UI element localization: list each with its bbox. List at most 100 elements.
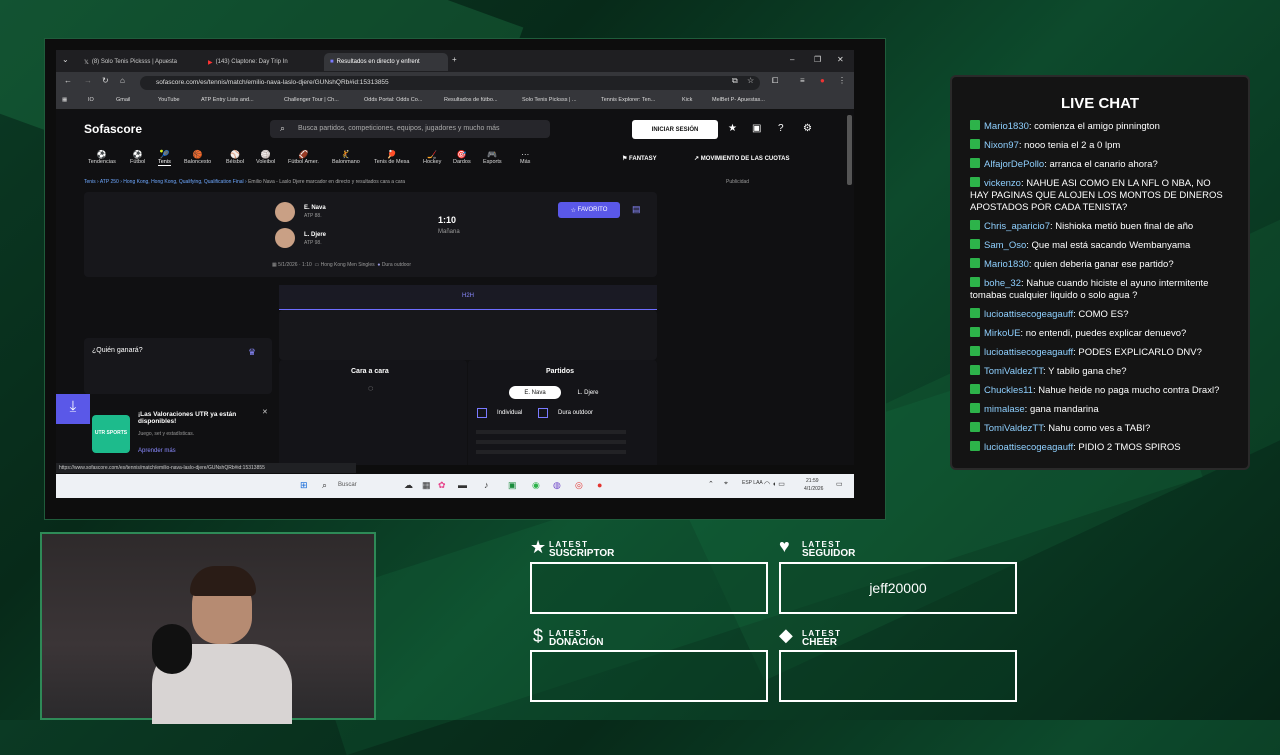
chat-username[interactable]: Chris_aparicio7 bbox=[984, 221, 1050, 232]
apps-icon[interactable]: ▦ bbox=[62, 97, 67, 103]
extensions-icon[interactable]: ⧠ bbox=[772, 76, 778, 86]
minimize-icon[interactable]: – bbox=[790, 55, 794, 64]
help-icon[interactable]: ? bbox=[778, 123, 784, 134]
bookmark-item[interactable]: ATP Entry Lists and... bbox=[201, 97, 254, 103]
tab-solo-tenis[interactable]: 𝕏 (8) Solo Tenis Picksss | Apuesta bbox=[78, 53, 200, 71]
nav-item-balonmano[interactable]: 🤾 Balonmano bbox=[332, 150, 360, 165]
widgets-icon[interactable]: ▦ bbox=[422, 480, 431, 491]
nav-item-futbol[interactable]: ⚽ Fútbol bbox=[130, 150, 145, 165]
bookmark-item[interactable]: Tennis Explorer: Ten... bbox=[601, 97, 655, 103]
tab-search-icon[interactable]: ⌄ bbox=[62, 55, 69, 64]
tab-sofascore[interactable]: ■ Resultados en directo y enfrent bbox=[324, 53, 448, 71]
site-search-input[interactable]: Busca partidos, competiciones, equipos, … bbox=[270, 120, 550, 138]
meta-tournament[interactable]: Hong Kong Men Singles bbox=[321, 262, 375, 268]
chat-username[interactable]: TomiValdezTT bbox=[984, 423, 1043, 434]
settings-icon[interactable]: ⚙ bbox=[803, 123, 812, 134]
clock-time[interactable]: 21:59 bbox=[806, 478, 819, 484]
close-icon[interactable]: ✕ bbox=[837, 55, 844, 64]
new-tab-button[interactable]: + bbox=[452, 55, 457, 64]
player2-name[interactable]: L. Djere bbox=[304, 232, 326, 238]
restore-icon[interactable]: ❐ bbox=[814, 55, 821, 64]
chat-username[interactable]: MirkoUE bbox=[984, 328, 1020, 339]
close-icon[interactable]: ✕ bbox=[262, 408, 268, 416]
windows-start-icon[interactable]: ⊞ bbox=[300, 480, 308, 491]
chip-player2[interactable]: L. Djere bbox=[564, 386, 612, 399]
favorites-icon[interactable]: ★ bbox=[728, 123, 737, 134]
nav-item-baloncesto[interactable]: 🏀 Baloncesto bbox=[184, 150, 211, 165]
nav-item-hockey[interactable]: 🏒 Hockey bbox=[423, 150, 441, 165]
nav-item-beisbol[interactable]: ⚾ Béisbol bbox=[226, 150, 244, 165]
avatar[interactable]: ● bbox=[820, 76, 825, 85]
spreadsheet-icon[interactable]: ▣ bbox=[508, 480, 517, 491]
surface-checkbox[interactable] bbox=[538, 408, 548, 418]
menu-icon[interactable]: ⋮ bbox=[838, 76, 846, 85]
clock-date[interactable]: 4/1/2026 bbox=[804, 486, 823, 492]
chat-username[interactable]: TomiValdezTT bbox=[984, 366, 1043, 377]
tiktok-icon[interactable]: ♪ bbox=[484, 480, 489, 490]
tv-icon[interactable]: ▣ bbox=[752, 123, 761, 134]
chat-username[interactable]: lucioattisecogeagauff bbox=[984, 309, 1073, 320]
site-logo[interactable]: Sofascore bbox=[84, 122, 142, 136]
obs-icon[interactable]: ● bbox=[597, 480, 602, 490]
chat-username[interactable]: Nixon97 bbox=[984, 140, 1019, 151]
taskbar-search[interactable]: Buscar bbox=[338, 482, 357, 488]
explorer-icon[interactable]: ▬ bbox=[458, 480, 467, 490]
nav-item-futbol-amer[interactable]: 🏈 Fútbol Amer. bbox=[288, 150, 319, 165]
nav-item-dardos[interactable]: 🎯 Dardos bbox=[453, 150, 471, 165]
login-button[interactable]: INICIAR SESIÓN bbox=[632, 120, 718, 139]
chrome-icon[interactable]: ◎ bbox=[575, 480, 583, 491]
install-icon[interactable]: ⧉ bbox=[732, 76, 738, 86]
chat-username[interactable]: Chuckles11 bbox=[984, 385, 1033, 396]
chat-username[interactable]: Mario1830 bbox=[984, 259, 1029, 270]
nav-item-voleibol[interactable]: 🏐 Voleibol bbox=[256, 150, 275, 165]
chat-username[interactable]: lucioattisecogeagauff bbox=[984, 347, 1073, 358]
chat-username[interactable]: mimalase bbox=[984, 404, 1025, 415]
bookmark-item[interactable]: Odds Portal: Odds Co... bbox=[364, 97, 422, 103]
tray-chevron-icon[interactable]: ⌃ bbox=[708, 480, 714, 488]
nav-item-esports[interactable]: 🎮 Esports bbox=[483, 150, 502, 165]
individual-checkbox[interactable] bbox=[477, 408, 487, 418]
discord-icon[interactable]: ◍ bbox=[553, 480, 561, 491]
star-icon[interactable]: ☆ bbox=[747, 76, 754, 85]
chat-username[interactable]: lucioattisecogeagauff bbox=[984, 442, 1073, 453]
chat-username[interactable]: AlfajorDePollo bbox=[984, 159, 1044, 170]
bookmark-item[interactable]: Resultados de fútbo... bbox=[444, 97, 498, 103]
bookmark-item[interactable]: MelBet P- Apuestas... bbox=[712, 97, 765, 103]
reload-icon[interactable]: ↻ bbox=[102, 76, 109, 85]
nav-item-tenis-mesa[interactable]: 🏓 Tenis de Mesa bbox=[374, 150, 409, 165]
bookmark-item[interactable]: Solo Tenis Picksss | ... bbox=[522, 97, 577, 103]
home-icon[interactable]: ⌂ bbox=[120, 76, 125, 85]
player2-avatar[interactable] bbox=[275, 228, 295, 248]
nav-item-tendencias[interactable]: ⚽ Tendencias bbox=[88, 150, 116, 165]
bookmark-item[interactable]: YouTube bbox=[158, 97, 180, 103]
bookmark-item[interactable]: Gmail bbox=[116, 97, 130, 103]
scrollbar[interactable] bbox=[847, 115, 852, 185]
language-indicator[interactable]: ESP LAA bbox=[742, 480, 763, 486]
media-icon[interactable]: ≡ bbox=[800, 76, 805, 85]
location-icon[interactable]: ⌖ bbox=[724, 480, 728, 488]
tab-youtube[interactable]: ▶ (143) Claptone: Day Trip In bbox=[202, 53, 322, 71]
player1-name[interactable]: E. Nava bbox=[304, 205, 326, 211]
wifi-icon[interactable]: ◠ ◖ ▭ bbox=[764, 480, 785, 488]
bookmark-item[interactable]: Challenger Tour | Ch... bbox=[284, 97, 339, 103]
breadcrumb-links[interactable]: Tenis › ATP 250 › Hong Kong, Hong Kong, … bbox=[84, 179, 247, 185]
back-icon[interactable]: ← bbox=[64, 76, 72, 85]
nav-item-tenis[interactable]: 🎾 Tenis bbox=[158, 150, 171, 166]
fantasy-link[interactable]: ⚑ FANTASY bbox=[622, 155, 657, 162]
favorite-button[interactable]: ☆ FAVORITO bbox=[558, 202, 620, 218]
chat-username[interactable]: Sam_Oso bbox=[984, 240, 1026, 251]
nav-item-mas[interactable]: ⋯ Más bbox=[520, 150, 530, 165]
odds-link[interactable]: ↗ MOVIMIENTO DE LAS CUOTAS bbox=[694, 155, 789, 162]
notification-icon[interactable]: ▭ bbox=[836, 480, 843, 488]
bookmark-item[interactable]: Kick bbox=[682, 97, 692, 103]
chat-username[interactable]: vickenzo bbox=[984, 178, 1021, 189]
chat-username[interactable]: Mario1830 bbox=[984, 121, 1029, 132]
weather-icon[interactable]: ☁ bbox=[404, 480, 413, 491]
forward-icon[interactable]: → bbox=[84, 76, 92, 85]
player1-avatar[interactable] bbox=[275, 202, 295, 222]
whatsapp-icon[interactable]: ◉ bbox=[532, 480, 540, 491]
calendar-icon[interactable]: ▤ bbox=[632, 204, 641, 215]
copilot-icon[interactable]: ✿ bbox=[438, 480, 446, 491]
chat-username[interactable]: bohe_32 bbox=[984, 278, 1021, 289]
chip-player1[interactable]: E. Nava bbox=[509, 386, 561, 399]
